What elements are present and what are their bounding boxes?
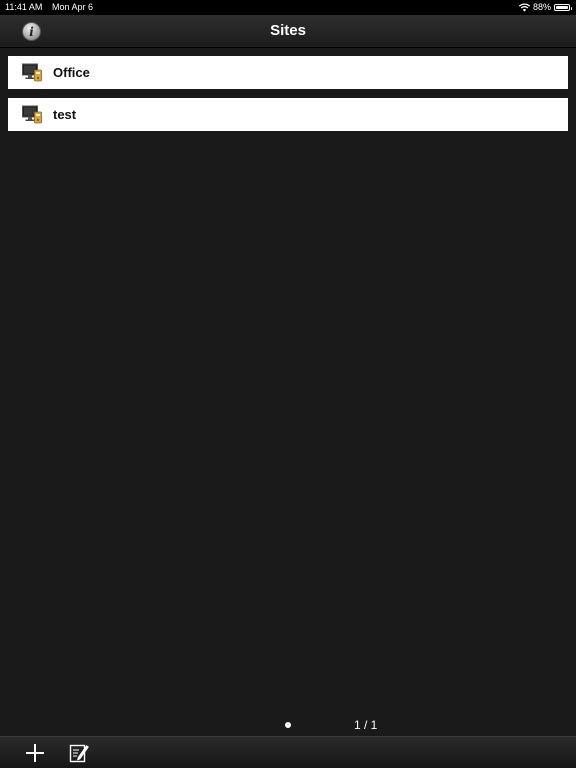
battery-icon [554,4,572,11]
app-screen: 11:41 AM Mon Apr 6 88% i Sites Office te… [0,0,576,768]
wifi-icon [518,3,530,12]
status-indicators: 88% [518,0,572,15]
site-row-test[interactable]: test [8,98,568,131]
add-icon [26,744,44,762]
site-label: test [53,107,77,122]
edit-sites-button[interactable] [68,742,90,764]
edit-icon [69,744,89,763]
page-indicator-dot[interactable] [285,722,291,728]
site-label: Office [53,65,90,80]
site-monitor-icon [22,105,42,124]
status-time: 11:41 AM [5,2,43,12]
status-bar: 11:41 AM Mon Apr 6 88% [0,0,576,15]
site-row-office[interactable]: Office [8,56,568,89]
page-counter: 1 / 1 [354,718,378,732]
battery-percent: 88% [532,2,551,12]
site-list: Office test [8,56,568,140]
battery-level [556,6,569,9]
site-monitor-icon [22,63,42,82]
navigation-bar: i Sites [0,15,576,48]
page-title: Sites [270,22,306,39]
bottom-toolbar [0,736,576,768]
add-site-button[interactable] [24,742,46,764]
status-date: Mon Apr 6 [52,2,94,12]
